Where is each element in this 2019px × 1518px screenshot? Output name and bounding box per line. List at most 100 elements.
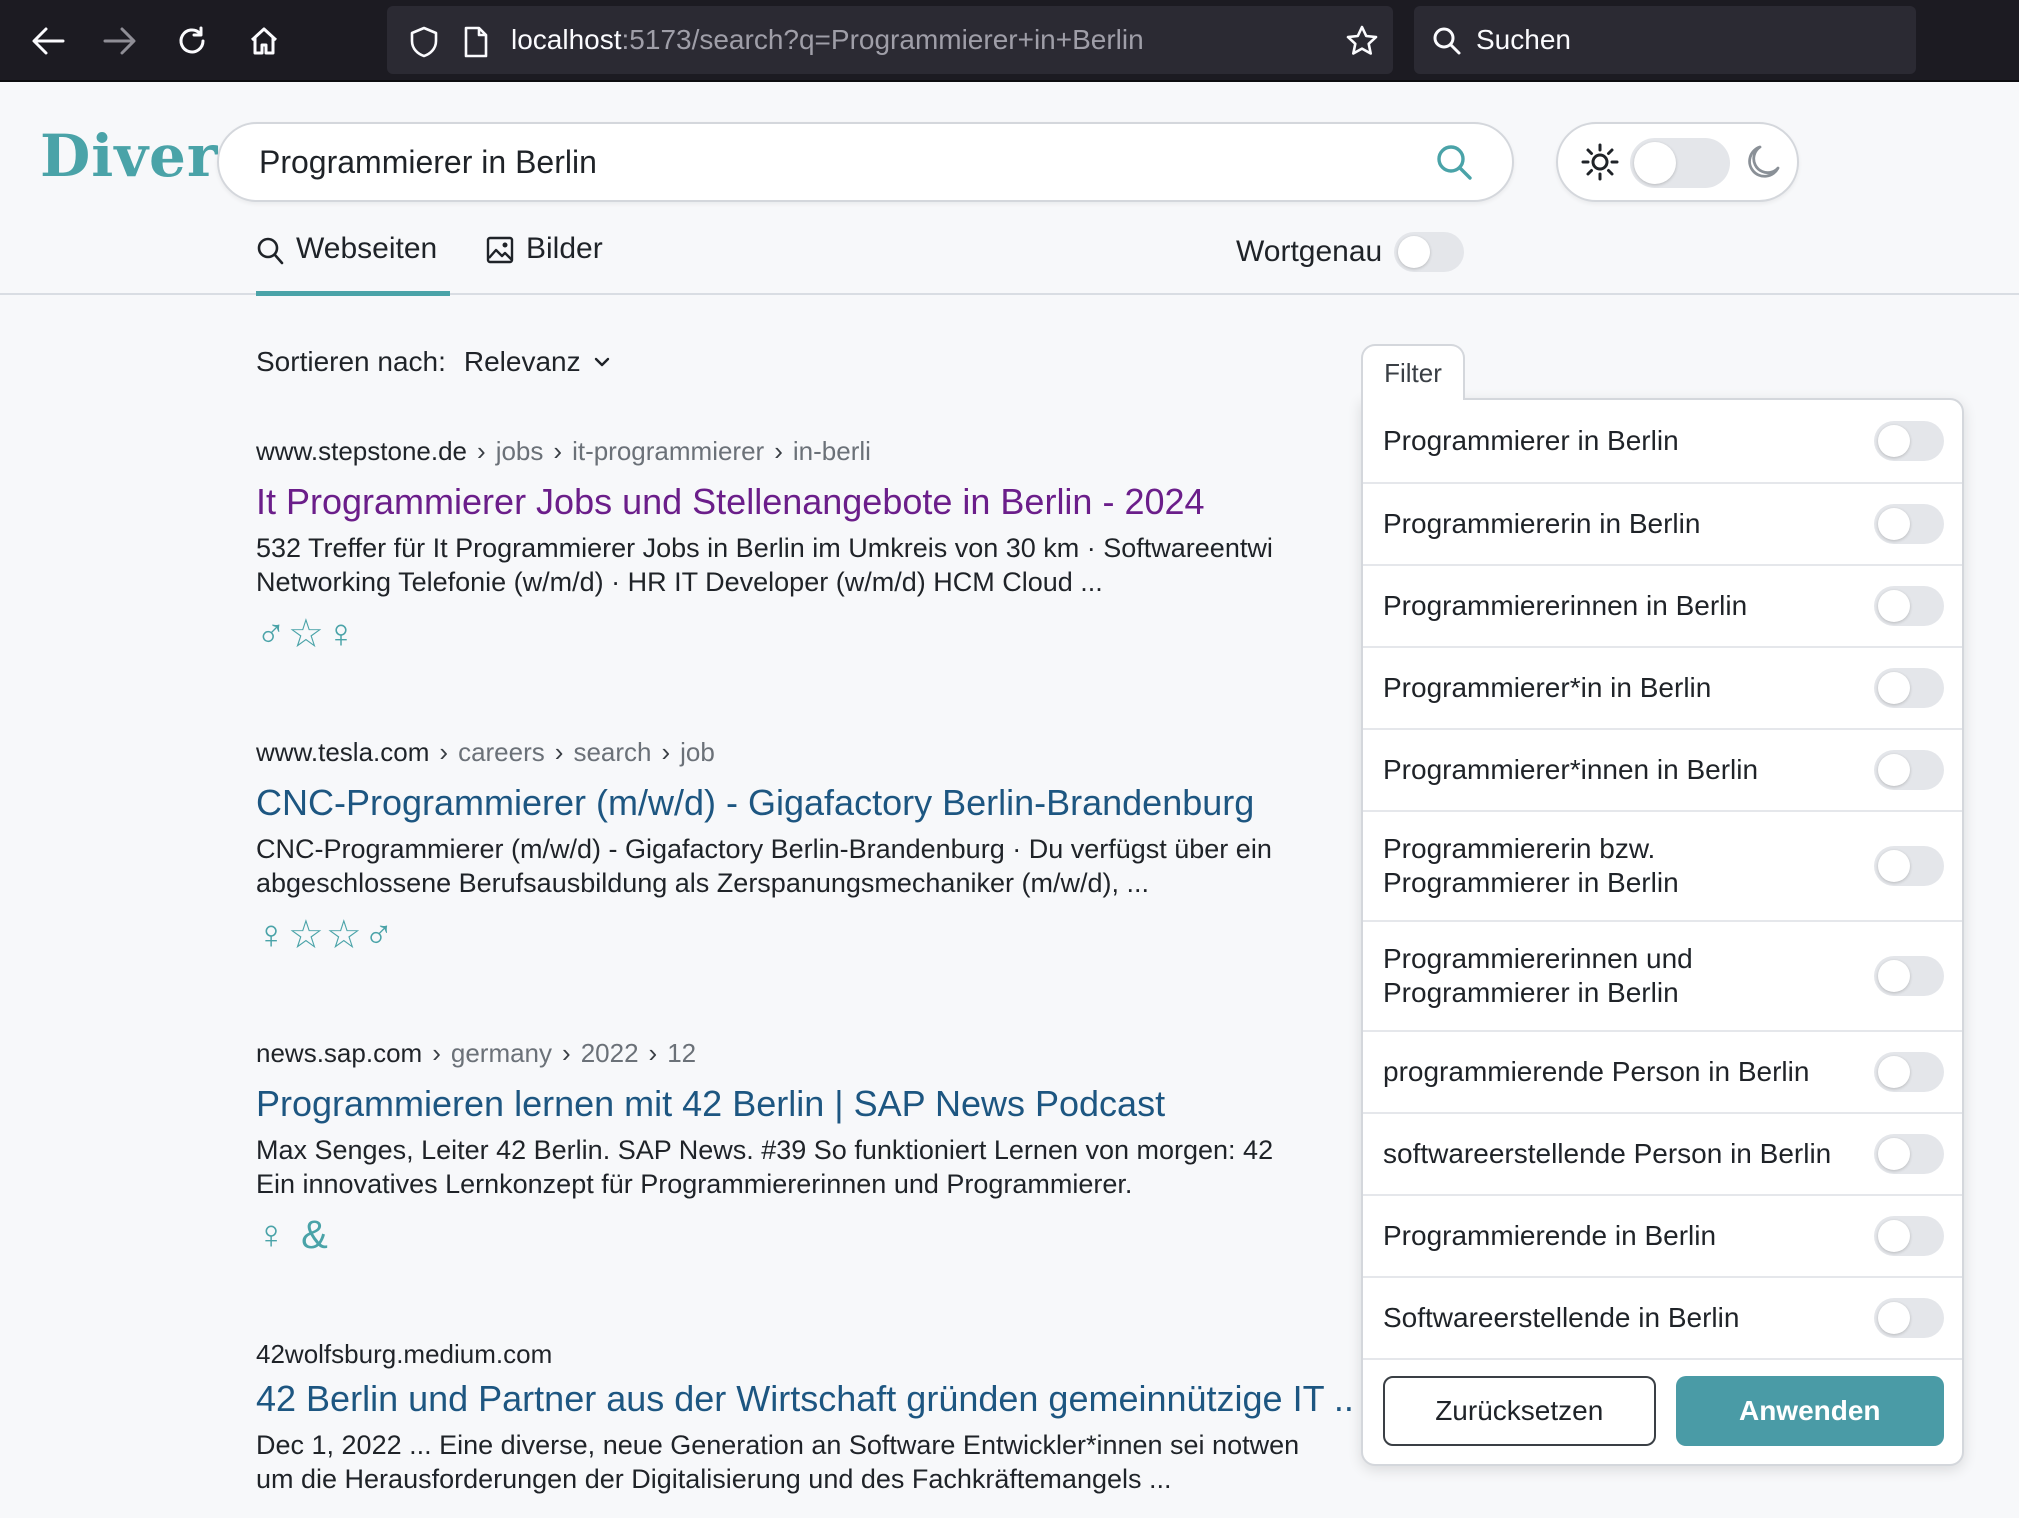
forward-arrow-icon[interactable] [96, 17, 144, 65]
reset-button[interactable]: Zurücksetzen [1383, 1376, 1656, 1446]
filter-option-label: softwareerstellende Person in Berlin [1383, 1138, 1832, 1169]
filter-option[interactable]: Programmiererinnen und Programmierer in … [1363, 922, 1962, 1032]
search-result: www.tesla.com › careers › search › job C… [256, 737, 1356, 958]
chevron-right-icon: › [648, 1038, 658, 1068]
chevron-down-icon [594, 357, 609, 367]
chevron-right-icon: › [562, 1038, 571, 1068]
sort-select[interactable]: Relevanz [464, 346, 611, 378]
sun-icon [1580, 142, 1620, 187]
breadcrumb: 42wolfsburg.medium.com [256, 1339, 1356, 1370]
filter-option[interactable]: Programmierer*innen in Berlin [1363, 730, 1962, 812]
result-title-link[interactable]: Programmieren lernen mit 42 Berlin | SAP… [256, 1083, 1356, 1125]
filter-toggle[interactable] [1874, 586, 1944, 626]
tab-bilder[interactable]: Bilder [486, 232, 603, 296]
search-result: www.stepstone.de › jobs › it-programmier… [256, 436, 1356, 657]
filter-option[interactable]: Softwareerstellende in Berlin [1363, 1278, 1962, 1360]
app-header: Diver Programmierer in Berlin Webseiten … [0, 82, 2019, 296]
filter-option[interactable]: Programmierer in Berlin [1363, 400, 1962, 484]
theme-switch [1556, 122, 1799, 202]
home-icon[interactable] [240, 17, 288, 65]
breadcrumb-part: in-berli [792, 436, 871, 466]
filter-option[interactable]: Programmiererin bzw. Programmierer in Be… [1363, 812, 1962, 922]
filter-toggle[interactable] [1874, 956, 1944, 996]
chevron-right-icon: › [774, 436, 783, 466]
filter-toggle[interactable] [1874, 1134, 1944, 1174]
breadcrumb-part: job [680, 737, 715, 767]
filter-toggle[interactable] [1874, 504, 1944, 544]
result-snippet: 532 Treffer für It Programmierer Jobs in… [256, 533, 1273, 597]
filter-toggle[interactable] [1874, 1216, 1944, 1256]
browser-toolbar: localhost:5173/search?q=Programmierer+in… [0, 0, 2019, 82]
breadcrumb: www.stepstone.de › jobs › it-programmier… [256, 436, 1356, 467]
search-icon[interactable] [1434, 142, 1474, 187]
chevron-right-icon: › [477, 436, 486, 466]
filter-option-label: Programmiererin bzw. Programmierer in Be… [1383, 833, 1679, 898]
chevron-right-icon: › [661, 737, 671, 767]
filter-option[interactable]: Programmiererin in Berlin [1363, 484, 1962, 566]
filter-toggle[interactable] [1874, 668, 1944, 708]
filter-option-label: Programmierende in Berlin [1383, 1220, 1717, 1251]
exact-match-toggle[interactable] [1394, 232, 1465, 272]
result-domain: www.stepstone.de [256, 436, 468, 466]
sort-control: Sortieren nach: Relevanz [256, 346, 611, 378]
result-snippet: Dec 1, 2022 ... Eine diverse, neue Gener… [256, 1430, 1300, 1494]
apply-button[interactable]: Anwenden [1675, 1376, 1944, 1446]
chevron-right-icon: › [439, 737, 449, 767]
filter-option-label: Programmiererinnen in Berlin [1383, 590, 1748, 621]
filter-option[interactable]: softwareerstellende Person in Berlin [1363, 1114, 1962, 1196]
breadcrumb-part: jobs [495, 436, 544, 466]
filter-tab[interactable]: Filter [1361, 344, 1465, 400]
breadcrumb-part: 2022 [580, 1038, 639, 1068]
breadcrumb: www.tesla.com › careers › search › job [256, 737, 1356, 768]
exact-match-switch: Wortgenau [1236, 232, 1465, 272]
bookmark-star-icon[interactable] [1345, 24, 1379, 63]
filter-option-label: programmierende Person in Berlin [1383, 1056, 1810, 1087]
search-icon [1432, 26, 1462, 61]
breadcrumb-part: it-programmierer [572, 436, 765, 466]
breadcrumb-part: 12 [667, 1038, 697, 1068]
result-domain: www.tesla.com [256, 737, 430, 767]
filter-option-label: Programmierer*in in Berlin [1383, 672, 1712, 703]
result-domain: news.sap.com [256, 1038, 423, 1068]
filter-toggle[interactable] [1874, 750, 1944, 790]
gender-badges: ♀☆☆♂ [256, 913, 396, 957]
filter-option-label: Programmiererin in Berlin [1383, 508, 1701, 539]
filter-option-label: Softwareerstellende in Berlin [1383, 1302, 1740, 1333]
filter-option[interactable]: Programmierer*in in Berlin [1363, 648, 1962, 730]
filter-option[interactable]: Programmierende in Berlin [1363, 1196, 1962, 1278]
tab-label: Bilder [526, 232, 603, 265]
result-title-link[interactable]: 42 Berlin und Partner aus der Wirtschaft… [256, 1378, 1356, 1420]
filter-option[interactable]: programmierende Person in Berlin [1363, 1032, 1962, 1114]
reload-icon[interactable] [168, 17, 216, 65]
result-title-link[interactable]: It Programmierer Jobs und Stellenangebot… [256, 481, 1356, 523]
chevron-right-icon: › [553, 436, 563, 466]
filter-toggle[interactable] [1874, 421, 1944, 461]
breadcrumb-part: careers [458, 737, 545, 767]
filter-toggle[interactable] [1874, 1052, 1944, 1092]
filter-option[interactable]: Programmiererinnen in Berlin [1363, 566, 1962, 648]
page-icon [463, 26, 489, 63]
gender-badges: ♀ & [256, 1213, 330, 1257]
back-arrow-icon[interactable] [24, 17, 72, 65]
tab-label: Webseiten [296, 232, 438, 265]
search-result: news.sap.com › germany › 2022 › 12 Progr… [256, 1038, 1356, 1258]
url-bar[interactable]: localhost:5173/search?q=Programmierer+in… [387, 6, 1393, 74]
result-title-link[interactable]: CNC-Programmierer (m/w/d) - Gigafactory … [256, 782, 1356, 824]
browser-search-field[interactable]: Suchen [1414, 6, 1916, 74]
shield-icon[interactable] [409, 26, 439, 63]
exact-match-label: Wortgenau [1236, 235, 1383, 268]
breadcrumb: news.sap.com › germany › 2022 › 12 [256, 1038, 1356, 1069]
search-query[interactable]: Programmierer in Berlin [259, 144, 597, 181]
tab-webseiten[interactable]: Webseiten [256, 232, 450, 296]
url-text: localhost:5173/search?q=Programmierer+in… [511, 24, 1144, 55]
sort-value: Relevanz [463, 346, 581, 377]
chevron-right-icon: › [432, 1038, 441, 1068]
moon-icon [1744, 142, 1782, 187]
filter-option-label: Programmiererinnen und Programmierer in … [1383, 943, 1693, 1008]
filter-toggle[interactable] [1874, 1298, 1944, 1338]
dark-mode-toggle[interactable] [1630, 138, 1730, 188]
logo[interactable]: Diver [40, 122, 219, 190]
filter-toggle[interactable] [1874, 846, 1944, 886]
browser-search-placeholder: Suchen [1476, 24, 1571, 55]
search-input[interactable]: Programmierer in Berlin [217, 122, 1514, 202]
